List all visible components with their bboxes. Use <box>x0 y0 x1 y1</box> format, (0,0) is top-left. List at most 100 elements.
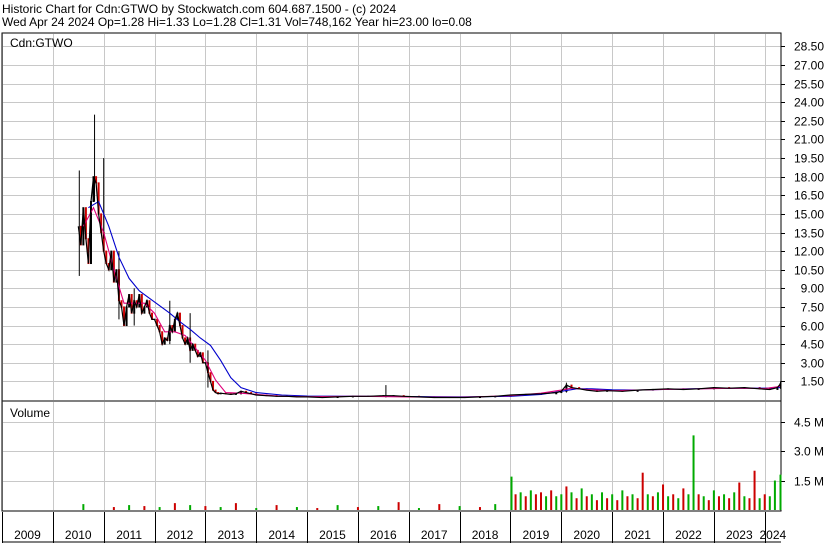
volume-bar <box>626 496 629 510</box>
chart-header-quote: Wed Apr 24 2024 Op=1.28 Hi=1.33 Lo=1.28 … <box>2 15 472 29</box>
volume-bar <box>712 490 715 510</box>
price-panel-frame <box>1 32 782 402</box>
volume-bar <box>743 496 746 510</box>
price-tick-label: 10.50 <box>794 264 824 278</box>
price-tick-label: 21.00 <box>794 133 824 147</box>
price-tick-label: 15.00 <box>794 208 824 222</box>
volume-panel-frame <box>1 400 782 512</box>
volume-grid <box>2 402 781 510</box>
volume-bar <box>631 494 634 510</box>
price-tick-label: 1.50 <box>801 375 825 389</box>
price-panel-title: Cdn:GTWO <box>10 36 73 50</box>
volume-bar <box>651 496 654 510</box>
volume-bar <box>667 496 670 510</box>
volume-bars <box>82 435 782 510</box>
volume-bar <box>255 508 258 510</box>
volume-bar <box>606 498 609 510</box>
volume-bar <box>692 435 695 510</box>
year-tick-label: 2009 <box>14 528 41 542</box>
volume-bar <box>128 505 131 510</box>
volume-bar <box>539 492 542 510</box>
year-tick-label: 2018 <box>472 528 499 542</box>
price-tick-label: 22.50 <box>794 115 824 129</box>
price-series-ma-short <box>82 206 781 398</box>
price-tick-label: 12.00 <box>794 245 824 259</box>
volume-bar <box>417 508 420 510</box>
volume-bar <box>550 490 553 510</box>
volume-panel-title: Volume <box>10 406 50 420</box>
volume-bar <box>621 490 624 510</box>
price-tick-label: 3.00 <box>801 357 825 371</box>
year-tick-label: 2019 <box>523 528 550 542</box>
volume-bar <box>580 488 583 510</box>
volume-bar <box>316 508 319 510</box>
volume-bar <box>377 506 380 510</box>
price-tick-label: 6.00 <box>801 320 825 334</box>
volume-bar <box>173 503 176 510</box>
volume-bar <box>733 492 736 510</box>
volume-bar <box>707 500 710 510</box>
volume-bar <box>717 496 720 510</box>
volume-bar <box>779 474 782 510</box>
volume-bar <box>189 505 192 510</box>
volume-bar <box>677 498 680 510</box>
price-series <box>77 114 782 399</box>
volume-bar <box>295 507 298 510</box>
volume-bar <box>438 504 441 510</box>
volume-axis: 1.5 M 3.0 M 4.5 M <box>781 416 824 489</box>
volume-bar <box>570 492 573 510</box>
price-tick-label: 28.50 <box>794 40 824 54</box>
volume-bar <box>702 496 705 510</box>
volume-bar <box>611 494 614 510</box>
price-tick-label: 13.50 <box>794 227 824 241</box>
volume-bar <box>565 486 568 510</box>
price-tick-label: 7.50 <box>801 301 825 315</box>
price-tick-label: 27.00 <box>794 59 824 73</box>
volume-bar <box>519 492 522 510</box>
volume-bar <box>616 500 619 510</box>
volume-bar <box>397 502 400 510</box>
volume-bar <box>656 492 659 510</box>
price-series-close <box>77 176 781 399</box>
volume-bar <box>234 503 237 510</box>
price-series-ma-long <box>88 200 781 398</box>
price-tick-label: 19.50 <box>794 152 824 166</box>
year-tick-label: 2022 <box>675 528 702 542</box>
volume-bar <box>356 507 359 510</box>
volume-bar <box>158 507 161 510</box>
price-grid <box>2 34 781 400</box>
volume-bar <box>514 494 517 510</box>
price-tick-label: 18.00 <box>794 171 824 185</box>
volume-tick-label: 3.0 M <box>794 445 824 459</box>
price-tick-label: 4.50 <box>801 338 825 352</box>
volume-bar <box>748 498 751 510</box>
volume-bar <box>545 496 548 510</box>
price-tick-label: 9.00 <box>801 282 825 296</box>
year-tick-label: 2015 <box>319 528 346 542</box>
price-axis: 1.50 3.00 4.50 6.00 7.50 9.00 10.50 12.00 13.50 1… <box>781 40 824 389</box>
volume-bar <box>219 507 222 510</box>
price-tick-label: 16.50 <box>794 189 824 203</box>
volume-bar <box>763 494 766 510</box>
year-tick-label: 2016 <box>370 528 397 542</box>
year-tick-label: 2017 <box>421 528 448 542</box>
volume-bar <box>773 480 776 510</box>
year-tick-label: 2012 <box>167 528 194 542</box>
volume-bar <box>687 494 690 510</box>
stock-chart: Historic Chart for Cdn:GTWO by Stockwatc… <box>1 2 824 543</box>
volume-bar <box>143 506 146 510</box>
volume-bar <box>738 482 741 510</box>
year-tick-label: 2010 <box>65 528 92 542</box>
volume-bar <box>728 498 731 510</box>
year-tick-label: 2023 <box>726 528 753 542</box>
volume-bar <box>529 490 532 510</box>
volume-bar <box>112 507 115 510</box>
volume-bar <box>575 498 578 510</box>
volume-bar <box>646 494 649 510</box>
volume-bar <box>595 500 598 510</box>
volume-bar <box>336 505 339 510</box>
volume-bar <box>768 496 771 510</box>
year-tick-label: 2024 <box>760 528 787 542</box>
volume-bar <box>590 494 593 510</box>
volume-bar <box>494 504 497 510</box>
